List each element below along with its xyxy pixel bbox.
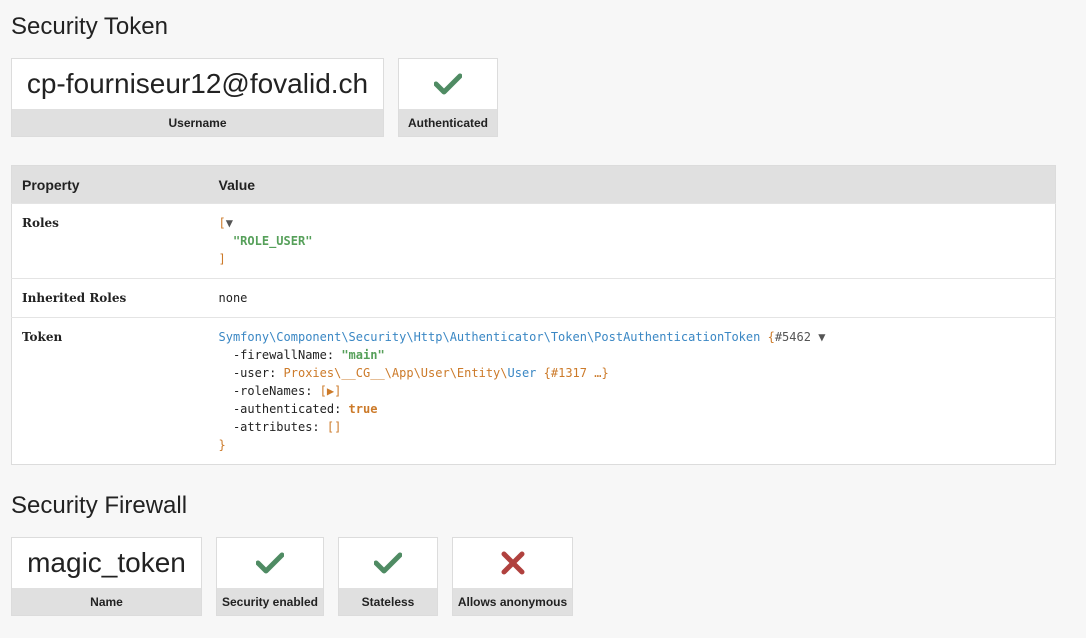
username-value: cp-fourniseur12@fovalid.ch	[26, 68, 369, 99]
firewall-name-label: Name	[12, 588, 201, 615]
roles-value: [▼ "ROLE_USER" ]	[208, 203, 1056, 279]
token-class: Symfony\Component\Security\Http\Authenti…	[218, 330, 761, 344]
authenticated-metric: Authenticated	[398, 58, 498, 137]
check-icon	[374, 552, 402, 574]
check-icon	[434, 73, 462, 95]
authenticated-label: Authenticated	[399, 109, 497, 136]
stateless-label: Stateless	[339, 588, 437, 615]
table-row-roles: Roles [▼ "ROLE_USER" ]	[11, 203, 1056, 279]
header-property: Property	[11, 165, 209, 204]
toggle-token[interactable]: ▼	[818, 330, 825, 344]
inherited-roles-key: Inherited Roles	[11, 278, 209, 318]
allows-anonymous-metric: Allows anonymous	[452, 537, 573, 616]
inherited-roles-value: none	[208, 278, 1056, 318]
toggle-user[interactable]: {#1317 …}	[544, 366, 609, 380]
table-row-inherited-roles: Inherited Roles none	[11, 278, 1056, 318]
security-token-title: Security Token	[11, 13, 168, 40]
toggle-roles[interactable]: ▼	[226, 216, 233, 230]
security-firewall-title: Security Firewall	[11, 492, 188, 519]
header-value: Value	[208, 165, 1056, 204]
username-metric: cp-fourniseur12@fovalid.ch Username	[11, 58, 384, 137]
cross-icon	[501, 551, 524, 575]
allows-anonymous-label: Allows anonymous	[453, 588, 572, 615]
check-icon	[256, 552, 284, 574]
firewall-name-metric: magic_token Name	[11, 537, 202, 616]
roles-key: Roles	[11, 203, 209, 279]
token-key: Token	[11, 317, 209, 465]
security-enabled-metric: Security enabled	[216, 537, 324, 616]
username-label: Username	[12, 109, 383, 136]
firewall-name-value: magic_token	[27, 547, 186, 578]
stateless-metric: Stateless	[338, 537, 438, 616]
security-enabled-label: Security enabled	[217, 588, 323, 615]
role-item: "ROLE_USER"	[232, 234, 313, 248]
toggle-role-names[interactable]: [▶]	[320, 384, 342, 398]
token-properties-table: Property Value Roles [▼ "ROLE_USER" ] In…	[11, 165, 1056, 465]
table-row-token: Token Symfony\Component\Security\Http\Au…	[11, 317, 1056, 465]
token-value: Symfony\Component\Security\Http\Authenti…	[208, 317, 1056, 465]
